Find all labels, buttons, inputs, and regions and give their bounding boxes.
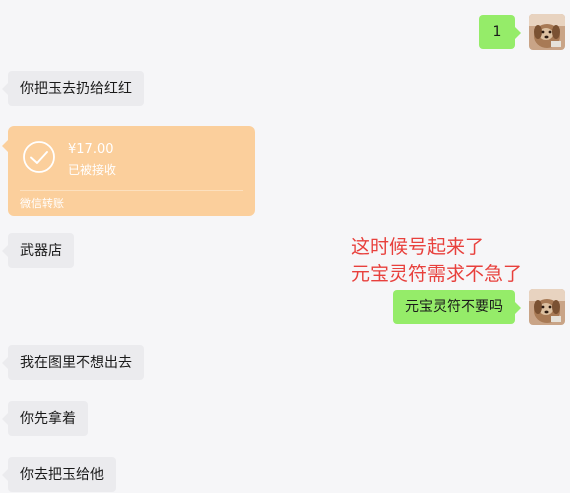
transfer-divider <box>20 190 243 191</box>
transfer-label: 微信转账 <box>20 197 64 210</box>
user-avatar[interactable] <box>529 289 565 325</box>
transfer-amount: ¥17.00 <box>68 142 114 157</box>
annotation-overlay: 这时候号起来了 元宝灵符需求不急了 <box>351 234 522 288</box>
annotation-line: 这时候号起来了 <box>351 236 485 258</box>
dog-avatar-icon <box>529 14 565 50</box>
message-bubble-incoming[interactable]: 你先拿着 <box>2 401 88 436</box>
transfer-status: 已被接收 <box>68 163 117 177</box>
message-bubble-incoming[interactable]: 你去把玉给他 <box>2 457 116 492</box>
check-circle-icon <box>23 141 55 173</box>
annotation-line: 元宝灵符需求不急了 <box>351 263 523 285</box>
message-bubble-outgoing[interactable]: 1 <box>479 15 521 49</box>
message-bubble-incoming[interactable]: 我在图里不想出去 <box>2 345 144 380</box>
message-bubble-incoming[interactable]: 武器店 <box>2 233 74 268</box>
wechat-transfer-card[interactable]: ¥17.00 已被接收 微信转账 <box>2 126 255 216</box>
message-bubble-outgoing[interactable]: 元宝灵符不要吗 <box>393 290 521 324</box>
dog-avatar-icon <box>529 289 565 325</box>
user-avatar[interactable] <box>529 14 565 50</box>
message-bubble-incoming[interactable]: 你把玉去扔给红红 <box>2 71 144 106</box>
